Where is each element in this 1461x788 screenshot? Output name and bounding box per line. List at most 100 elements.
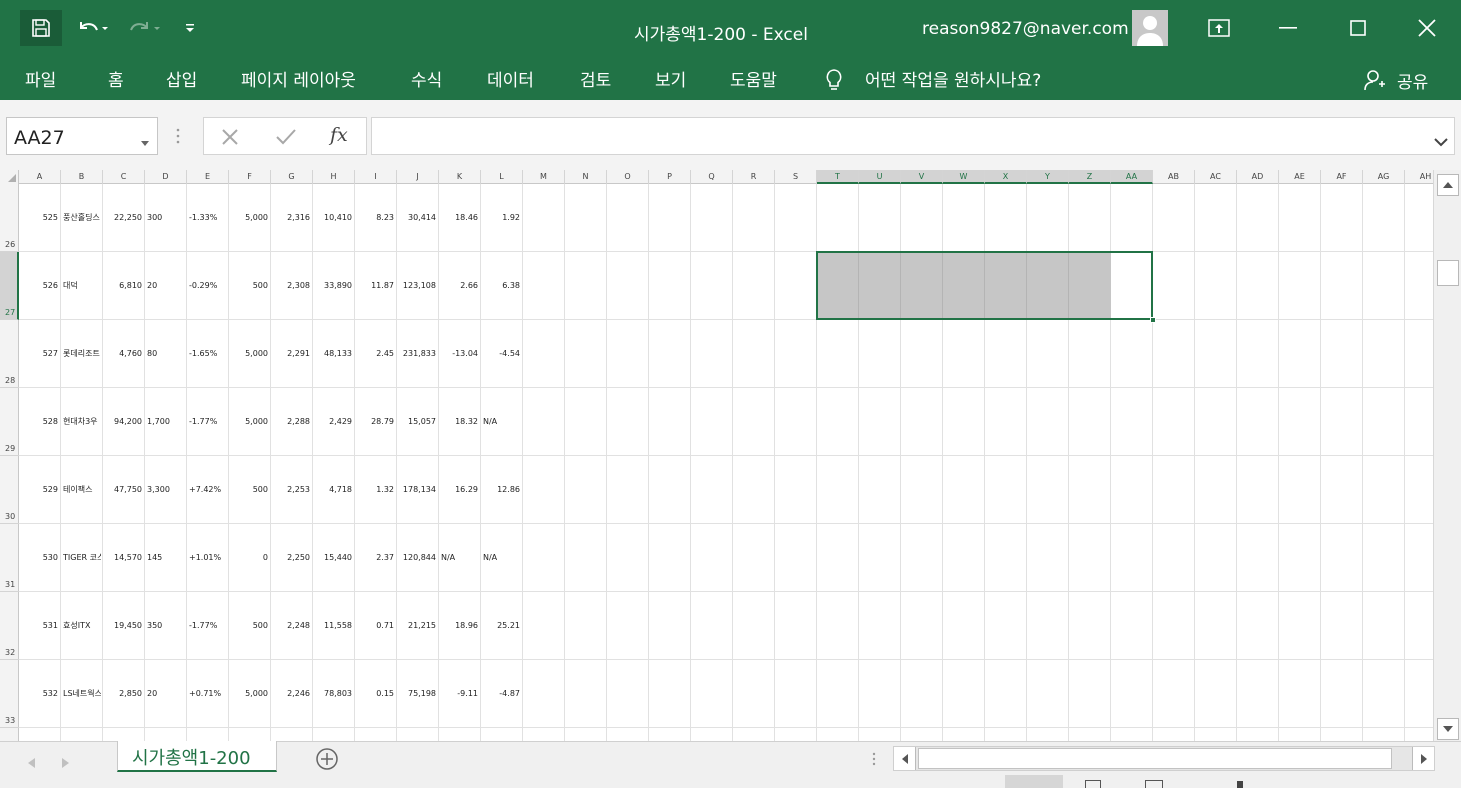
cell[interactable]: -1.77% [189, 417, 226, 427]
cell[interactable]: 6,810 [105, 281, 142, 291]
tab-page-layout[interactable]: 페이지 레이아웃 [241, 66, 356, 91]
cell[interactable]: 0.71 [357, 621, 394, 631]
cell[interactable]: 500 [231, 485, 268, 495]
cell[interactable]: 0.15 [357, 689, 394, 699]
cell[interactable]: 12.86 [483, 485, 520, 495]
tab-help[interactable]: 도움말 [730, 66, 777, 91]
cell[interactable]: 6.38 [483, 281, 520, 291]
cell[interactable]: 2,308 [273, 281, 310, 291]
column-header-w[interactable]: W [943, 170, 985, 184]
column-header-ab[interactable]: AB [1153, 170, 1195, 184]
cell[interactable]: -0.29% [189, 281, 226, 291]
cell[interactable]: 현대차3우 [63, 417, 101, 427]
cell[interactable]: 2,250 [273, 553, 310, 563]
cell[interactable]: 롯데리조트 [63, 349, 101, 359]
cell[interactable]: 4,760 [105, 349, 142, 359]
tab-file[interactable]: 파일 [25, 66, 56, 91]
cell[interactable]: 145 [147, 553, 184, 563]
cell[interactable]: N/A [483, 553, 520, 563]
cell[interactable]: 2.37 [357, 553, 394, 563]
cell[interactable]: 10,410 [315, 213, 352, 223]
cell[interactable]: -4.54 [483, 349, 520, 359]
column-header-s[interactable]: S [775, 170, 817, 184]
save-icon[interactable] [20, 10, 62, 46]
cell[interactable]: 21,215 [399, 621, 436, 631]
cell[interactable]: 3,300 [147, 485, 184, 495]
cell[interactable]: 78,803 [315, 689, 352, 699]
fill-handle[interactable] [1150, 317, 1156, 323]
column-header-l[interactable]: L [481, 170, 523, 184]
cell[interactable]: 2,850 [105, 689, 142, 699]
row-header-27[interactable]: 27 [0, 252, 19, 320]
cell[interactable]: 526 [21, 281, 58, 291]
cell[interactable]: N/A [483, 417, 520, 427]
cell[interactable]: 테이팩스 [63, 485, 101, 495]
cell[interactable]: 15,440 [315, 553, 352, 563]
normal-view-icon[interactable] [1005, 775, 1063, 788]
column-header-d[interactable]: D [145, 170, 187, 184]
tab-formulas[interactable]: 수식 [411, 66, 442, 91]
column-header-u[interactable]: U [859, 170, 901, 184]
cell[interactable]: 530 [21, 553, 58, 563]
cell[interactable]: 123,108 [399, 281, 436, 291]
ribbon-display-options-icon[interactable] [1199, 8, 1239, 48]
cell[interactable]: 5,000 [231, 417, 268, 427]
cell[interactable]: N/A [441, 553, 478, 563]
tab-insert[interactable]: 삽입 [166, 66, 197, 91]
horizontal-scrollbar[interactable] [893, 746, 1435, 771]
redo-icon[interactable] [122, 10, 166, 46]
cell[interactable]: 1.32 [357, 485, 394, 495]
cell[interactable]: 11.87 [357, 281, 394, 291]
cell[interactable]: 효성ITX [63, 621, 101, 631]
tab-data[interactable]: 데이터 [487, 66, 534, 91]
cell[interactable]: 2,288 [273, 417, 310, 427]
column-header-n[interactable]: N [565, 170, 607, 184]
cell[interactable]: 11,558 [315, 621, 352, 631]
chevron-down-icon[interactable] [141, 132, 149, 151]
cell[interactable]: 2,246 [273, 689, 310, 699]
cell[interactable]: 25.21 [483, 621, 520, 631]
customize-qat-icon[interactable] [178, 10, 202, 46]
column-header-g[interactable]: G [271, 170, 313, 184]
cell[interactable]: 0 [231, 553, 268, 563]
tell-me-box[interactable]: 어떤 작업을 원하시나요? [865, 66, 1041, 91]
column-header-ac[interactable]: AC [1195, 170, 1237, 184]
cell[interactable]: 풍산홀딩스 [63, 213, 101, 223]
vertical-scrollbar[interactable] [1433, 170, 1461, 741]
column-header-v[interactable]: V [901, 170, 943, 184]
name-box[interactable]: AA27 [6, 117, 158, 155]
row-header-30[interactable]: 30 [0, 456, 19, 524]
column-header-c[interactable]: C [103, 170, 145, 184]
scroll-right-icon[interactable] [1412, 747, 1434, 770]
page-layout-view-icon[interactable] [1085, 780, 1101, 788]
cell[interactable]: 5,000 [231, 349, 268, 359]
column-header-t[interactable]: T [817, 170, 859, 184]
cell[interactable]: 528 [21, 417, 58, 427]
close-icon[interactable] [1407, 8, 1447, 48]
cell[interactable]: 529 [21, 485, 58, 495]
avatar[interactable] [1132, 10, 1168, 46]
column-header-f[interactable]: F [229, 170, 271, 184]
column-header-b[interactable]: B [61, 170, 103, 184]
column-header-a[interactable]: A [19, 170, 61, 184]
cell[interactable]: 2.66 [441, 281, 478, 291]
cell[interactable]: 20 [147, 281, 184, 291]
tab-home[interactable]: 홈 [108, 66, 124, 91]
cell[interactable]: 80 [147, 349, 184, 359]
cell[interactable]: 30,414 [399, 213, 436, 223]
cell[interactable]: 532 [21, 689, 58, 699]
row-header-29[interactable]: 29 [0, 388, 19, 456]
column-header-m[interactable]: M [523, 170, 565, 184]
column-header-k[interactable]: K [439, 170, 481, 184]
cell[interactable]: +0.71% [189, 689, 226, 699]
column-header-ag[interactable]: AG [1363, 170, 1405, 184]
column-header-j[interactable]: J [397, 170, 439, 184]
column-header-x[interactable]: X [985, 170, 1027, 184]
cell[interactable]: 1.92 [483, 213, 520, 223]
cell[interactable]: -4.87 [483, 689, 520, 699]
cell[interactable]: 120,844 [399, 553, 436, 563]
cell[interactable]: -1.33% [189, 213, 226, 223]
cell[interactable]: 2,291 [273, 349, 310, 359]
cell[interactable]: -13.04 [441, 349, 478, 359]
select-all-button[interactable] [0, 170, 19, 184]
